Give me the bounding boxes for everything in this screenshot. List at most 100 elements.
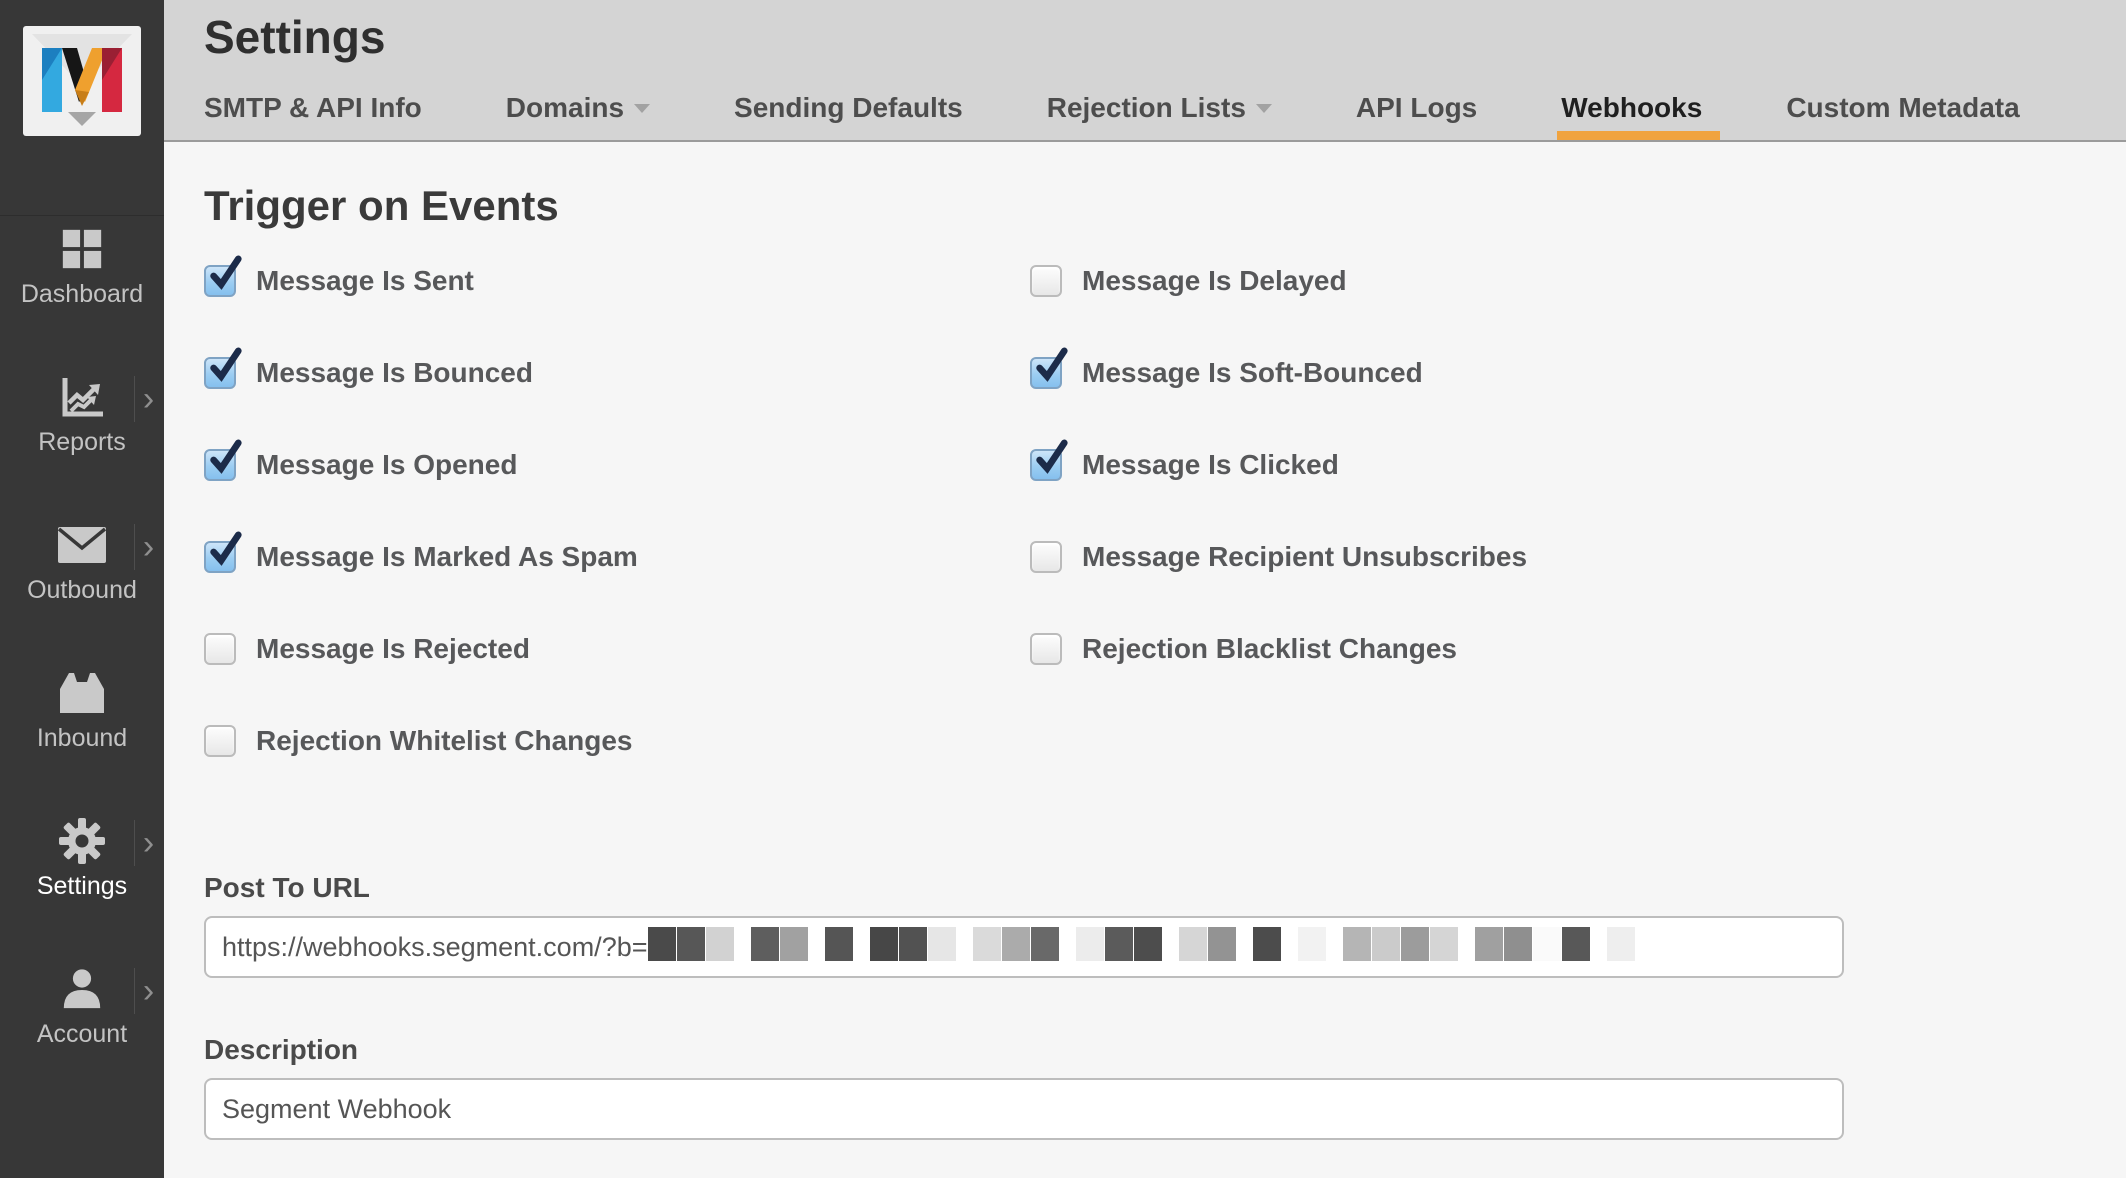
sidebar-nav: DashboardReports›Outbound›InboundSetting…: [0, 224, 164, 1044]
event-row-message-is-rejected[interactable]: Message Is Rejected: [204, 632, 1030, 666]
checkbox-message-is-soft-bounced[interactable]: [1030, 357, 1062, 389]
redaction-block: [1208, 927, 1236, 961]
sidebar-item-reports[interactable]: Reports›: [0, 372, 164, 452]
event-label: Rejection Blacklist Changes: [1082, 633, 1457, 665]
redaction-gap: [1591, 927, 1607, 961]
event-row-rejection-whitelist-changes[interactable]: Rejection Whitelist Changes: [204, 724, 1030, 758]
redaction-gap: [1163, 927, 1179, 961]
redaction-block: [648, 927, 676, 961]
sidebar: DashboardReports›Outbound›InboundSetting…: [0, 0, 164, 1178]
event-label: Message Is Bounced: [256, 357, 533, 389]
tab-api-logs[interactable]: API Logs: [1356, 92, 1477, 140]
sidebar-item-label: Outbound: [0, 576, 164, 605]
redaction-block: [1430, 927, 1458, 961]
event-row-rejection-blacklist-changes[interactable]: Rejection Blacklist Changes: [1030, 632, 2126, 666]
redaction-gap: [735, 927, 751, 961]
url-redacted-mosaic: [648, 927, 1636, 968]
checkbox-message-is-clicked[interactable]: [1030, 449, 1062, 481]
checkbox-message-is-sent[interactable]: [204, 265, 236, 297]
events-column-left: Message Is Sent Message Is Bounced Message…: [204, 264, 1030, 816]
logo-block[interactable]: [0, 26, 164, 216]
redaction-gap: [809, 927, 825, 961]
redaction-block: [1533, 927, 1561, 961]
event-label: Message Recipient Unsubscribes: [1082, 541, 1527, 573]
chevron-right-icon[interactable]: ›: [134, 820, 162, 866]
checkbox-message-is-opened[interactable]: [204, 449, 236, 481]
inbound-tray-icon: [0, 668, 164, 718]
chevron-right-icon[interactable]: ›: [134, 968, 162, 1014]
event-row-message-is-delayed[interactable]: Message Is Delayed: [1030, 264, 2126, 298]
checkbox-rejection-blacklist-changes[interactable]: [1030, 633, 1062, 665]
redaction-gap: [854, 927, 870, 961]
redaction-block: [1134, 927, 1162, 961]
redaction-block: [1179, 927, 1207, 961]
sidebar-item-dashboard[interactable]: Dashboard: [0, 224, 164, 304]
mandrill-settings-app: DashboardReports›Outbound›InboundSetting…: [0, 0, 2126, 1178]
redaction-gap: [1327, 927, 1343, 961]
redaction-block: [1031, 927, 1059, 961]
checkbox-message-is-bounced[interactable]: [204, 357, 236, 389]
sidebar-item-account[interactable]: Account›: [0, 964, 164, 1044]
checkbox-message-recipient-unsubscribes[interactable]: [1030, 541, 1062, 573]
sidebar-item-outbound[interactable]: Outbound›: [0, 520, 164, 600]
section-title: Trigger on Events: [204, 182, 2126, 230]
event-row-message-is-bounced[interactable]: Message Is Bounced: [204, 356, 1030, 390]
tab-custom-metadata[interactable]: Custom Metadata: [1786, 92, 2019, 140]
redaction-block: [1562, 927, 1590, 961]
checkbox-message-is-marked-as-spam[interactable]: [204, 541, 236, 573]
tab-label: Sending Defaults: [734, 92, 963, 123]
redaction-gap: [1282, 927, 1298, 961]
sidebar-item-label: Reports: [0, 428, 164, 457]
description-label: Description: [204, 1034, 2126, 1066]
event-row-message-is-soft-bounced[interactable]: Message Is Soft-Bounced: [1030, 356, 2126, 390]
checkbox-message-is-delayed[interactable]: [1030, 265, 1062, 297]
redaction-block: [825, 927, 853, 961]
event-row-message-is-opened[interactable]: Message Is Opened: [204, 448, 1030, 482]
chevron-right-icon[interactable]: ›: [134, 376, 162, 422]
tab-label: API Logs: [1356, 92, 1477, 123]
redaction-block: [1105, 927, 1133, 961]
event-label: Message Is Marked As Spam: [256, 541, 638, 573]
sidebar-item-label: Inbound: [0, 724, 164, 753]
redaction-block: [973, 927, 1001, 961]
event-label: Message Is Delayed: [1082, 265, 1347, 297]
redaction-block: [1504, 927, 1532, 961]
sidebar-item-inbound[interactable]: Inbound: [0, 668, 164, 748]
caret-down-icon: [1256, 104, 1272, 113]
tab-label: Domains: [506, 92, 624, 123]
tab-label: SMTP & API Info: [204, 92, 422, 123]
redaction-block: [1343, 927, 1371, 961]
redaction-block: [1298, 927, 1326, 961]
settings-tabs: SMTP & API Info Domains Sending Defaults Re…: [204, 92, 2020, 140]
chevron-right-icon[interactable]: ›: [134, 524, 162, 570]
redaction-block: [1253, 927, 1281, 961]
redaction-block: [706, 927, 734, 961]
checkbox-message-is-rejected[interactable]: [204, 633, 236, 665]
event-row-message-is-marked-as-spam[interactable]: Message Is Marked As Spam: [204, 540, 1030, 574]
tab-domains[interactable]: Domains: [506, 92, 650, 140]
tab-rejection-lists[interactable]: Rejection Lists: [1047, 92, 1272, 140]
post-to-url-input[interactable]: https://webhooks.segment.com/?b=: [204, 916, 1844, 978]
tab-label: Rejection Lists: [1047, 92, 1246, 123]
tab-sending-defaults[interactable]: Sending Defaults: [734, 92, 963, 140]
redaction-gap: [1237, 927, 1253, 961]
description-input[interactable]: [204, 1078, 1844, 1140]
tab-webhooks[interactable]: Webhooks: [1561, 92, 1702, 140]
event-row-message-recipient-unsubscribes[interactable]: Message Recipient Unsubscribes: [1030, 540, 2126, 574]
header: Settings SMTP & API InfoDomainsSending D…: [164, 0, 2126, 142]
redaction-block: [780, 927, 808, 961]
tab-label: Custom Metadata: [1786, 92, 2019, 123]
sidebar-item-label: Account: [0, 1020, 164, 1049]
tab-smtp-api-info[interactable]: SMTP & API Info: [204, 92, 422, 140]
redaction-gap: [1459, 927, 1475, 961]
redaction-block: [1002, 927, 1030, 961]
redaction-block: [928, 927, 956, 961]
event-checkbox-grid: Message Is Sent Message Is Bounced Message…: [204, 264, 2126, 816]
redaction-block: [899, 927, 927, 961]
event-row-message-is-clicked[interactable]: Message Is Clicked: [1030, 448, 2126, 482]
checkbox-rejection-whitelist-changes[interactable]: [204, 725, 236, 757]
sidebar-item-settings[interactable]: Settings›: [0, 816, 164, 896]
url-value-prefix: https://webhooks.segment.com/?b=: [222, 932, 648, 963]
event-row-message-is-sent[interactable]: Message Is Sent: [204, 264, 1030, 298]
redaction-block: [1076, 927, 1104, 961]
